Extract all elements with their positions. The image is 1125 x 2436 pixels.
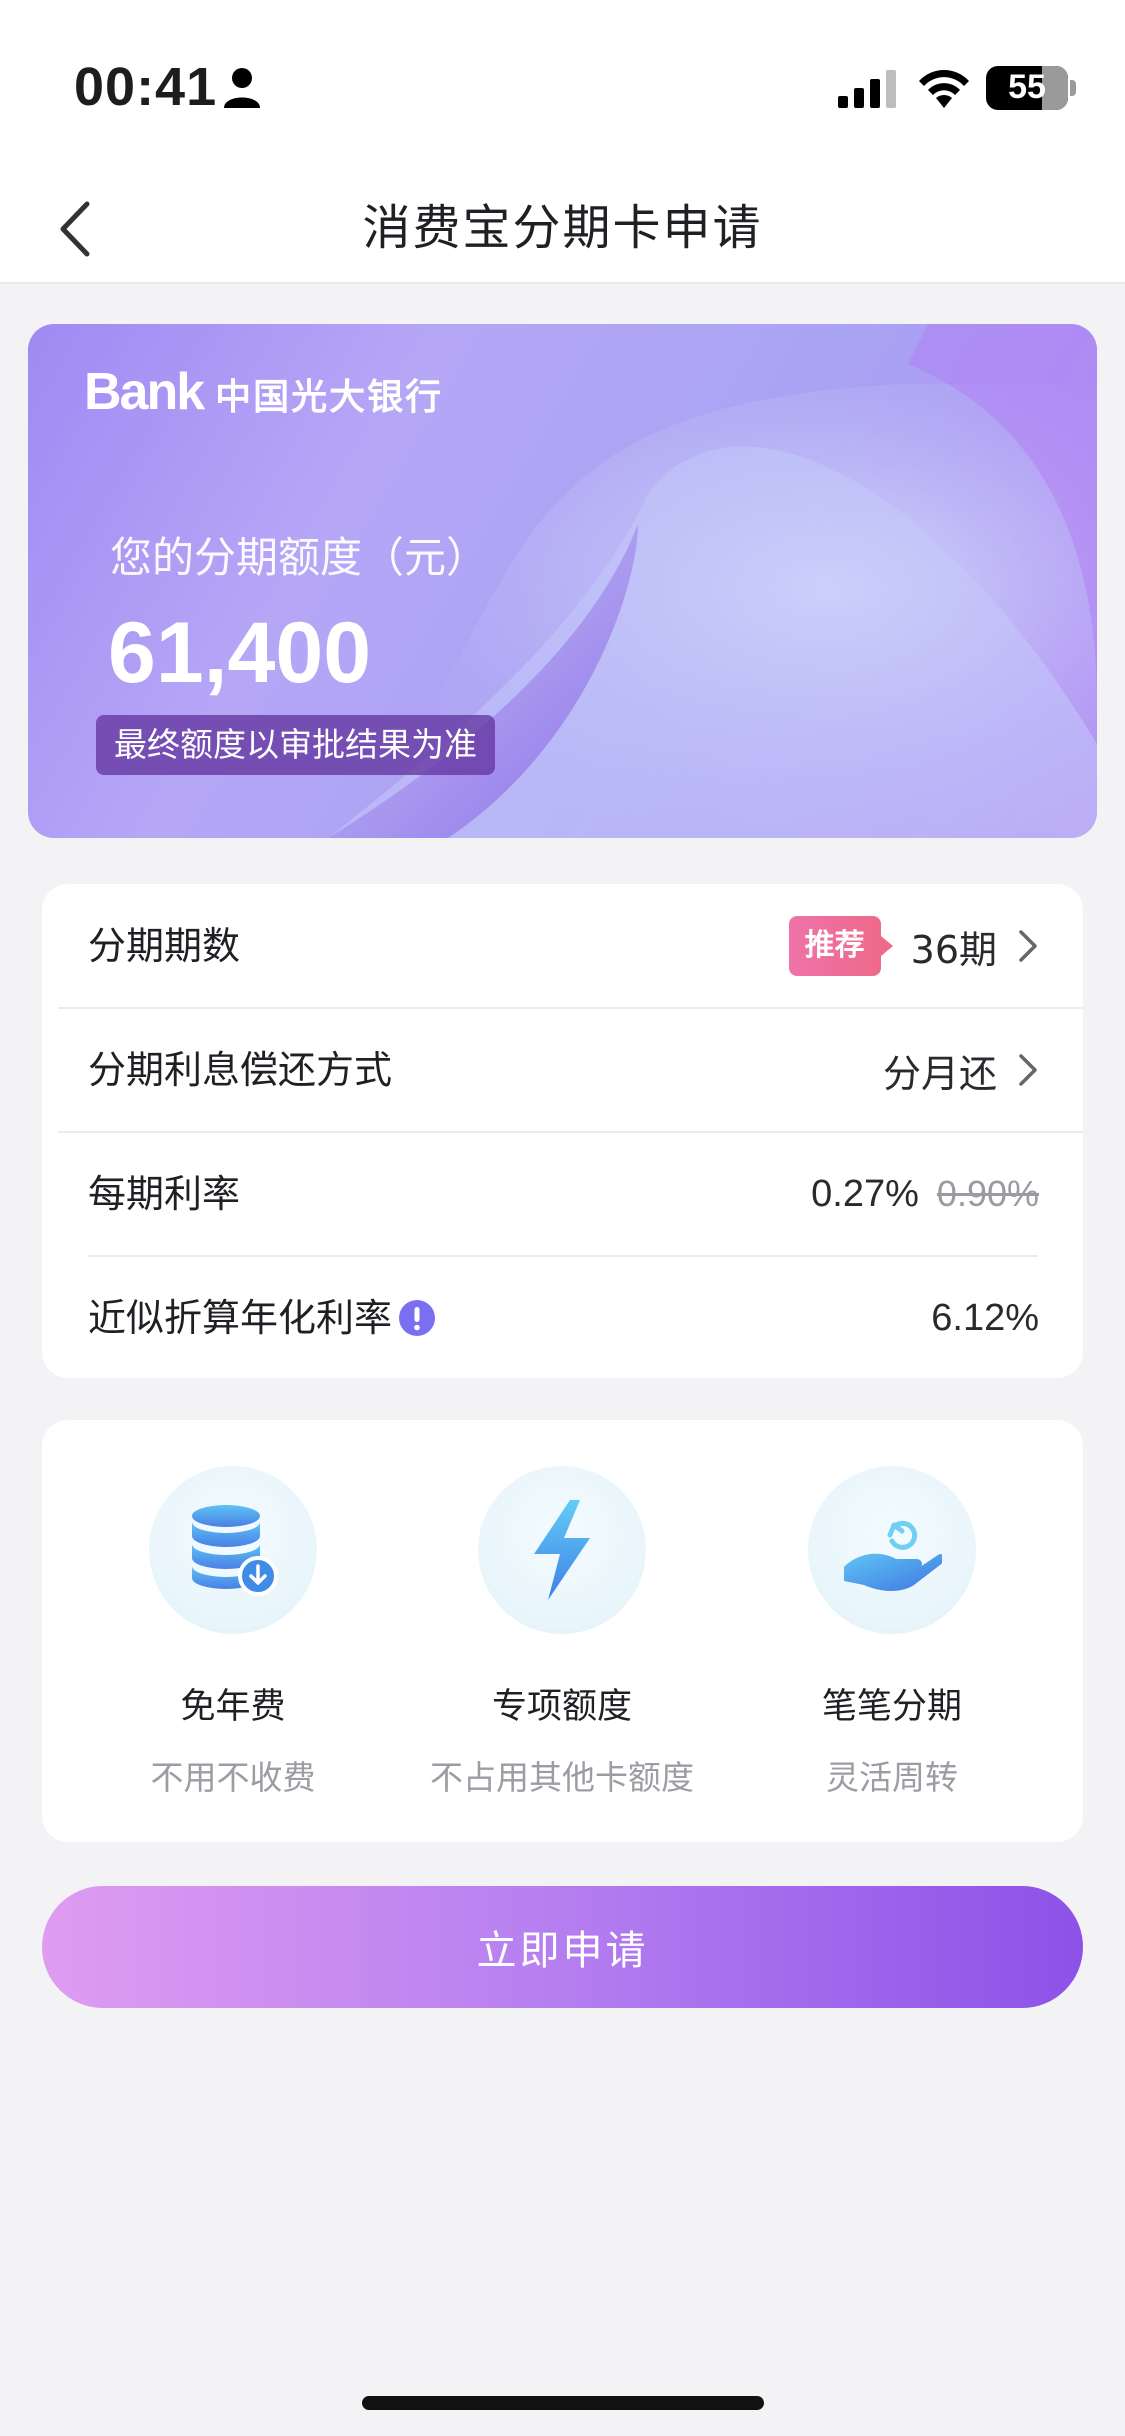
installment-settings-card: 分期期数 推荐 36期 分期利息偿还方式 分月还 每期利率 0.27% 0.90… [42,884,1083,1378]
apr-row: 近似折算年化利率 6.12% [42,1256,1083,1380]
rate-original: 0.90% [936,1173,1039,1214]
chevron-right-icon [1019,1054,1037,1086]
feature-item: 免年费 不用不收费 [68,1466,398,1806]
credit-limit-card: Bank 中国光大银行 您的分期额度（元） 61,400 最终额度以审批结果为准 [28,324,1097,838]
rate-label: 每期利率 [88,1172,241,1216]
limit-note-badge: 最终额度以审批结果为准 [96,715,495,775]
battery-level: 55 [1008,68,1046,106]
hand-refresh-icon [844,1520,942,1591]
repayment-label: 分期利息偿还方式 [88,1048,393,1092]
status-time: 00:41 [74,57,218,117]
nav-bar: 消费宝分期卡申请 [0,176,1125,284]
rate-row: 每期利率 0.27% 0.90% [42,1132,1083,1256]
apr-label: 近似折算年化利率 [88,1296,393,1340]
feature-title: 笔笔分期 [821,1687,962,1727]
wifi-icon [919,70,969,108]
feature-subtitle: 灵活周转 [826,1758,958,1797]
home-indicator[interactable] [362,2396,764,2410]
bank-logo: Bank 中国光大银行 [84,362,443,422]
lightning-icon [534,1500,590,1600]
chevron-right-icon [1019,930,1037,962]
feature-item: 专项额度 不占用其他卡额度 [397,1466,727,1806]
apr-value: 6.12% [931,1296,1039,1339]
feature-icon-circle [808,1466,976,1634]
feature-title: 免年费 [180,1687,286,1727]
battery-tip [1070,80,1076,96]
features-card: 免年费 不用不收费 专项额度 不占用其他卡额度 笔笔分期 灵活周转 [42,1420,1083,1842]
apply-now-button[interactable]: 立即申请 [42,1886,1083,2008]
page-title: 消费宝分期卡申请 [362,200,763,256]
feature-title: 专项额度 [491,1687,632,1727]
apr-label-group: 近似折算年化利率 [88,1256,436,1380]
rate-current: 0.27% [811,1172,919,1215]
feature-subtitle: 不占用其他卡额度 [430,1758,694,1797]
bank-logo-en: Bank [84,363,205,421]
bank-logo-cn: 中国光大银行 [215,377,444,418]
signal-icon [838,70,896,108]
battery-indicator: 55 [986,66,1068,110]
status-bar: 00:41 55 [0,0,1125,176]
periods-label: 分期期数 [88,924,241,968]
feature-subtitle: 不用不收费 [150,1758,316,1797]
repayment-value: 分月还 [882,1051,997,1096]
info-icon[interactable] [398,1299,436,1337]
person-icon [224,68,260,108]
periods-row[interactable]: 分期期数 推荐 36期 [42,884,1083,1008]
repayment-method-row[interactable]: 分期利息偿还方式 分月还 [42,1008,1083,1132]
feature-item: 笔笔分期 灵活周转 [727,1466,1057,1806]
recommend-tag: 推荐 [788,916,893,976]
feature-icon-circle [149,1466,317,1634]
limit-label: 您的分期额度（元） [110,533,489,582]
database-download-icon [192,1505,278,1596]
feature-icon-circle [478,1466,646,1634]
limit-value: 61,400 [108,605,372,701]
periods-value: 36期 [910,927,997,972]
